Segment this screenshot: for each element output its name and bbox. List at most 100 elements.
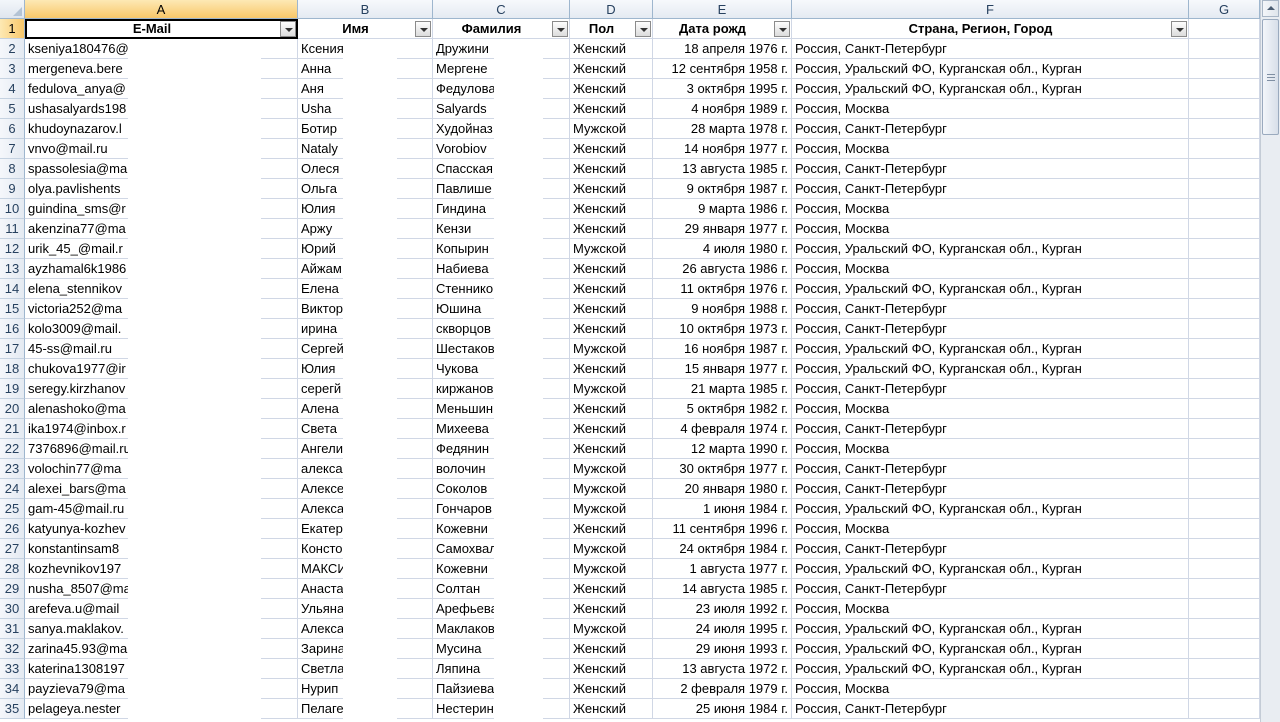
empty-cell[interactable] bbox=[1189, 679, 1260, 699]
row-header[interactable]: 15 bbox=[0, 299, 25, 319]
column-header-c[interactable]: C bbox=[433, 0, 570, 19]
dob-cell[interactable]: 5 октября 1982 г. bbox=[653, 399, 792, 419]
gender-cell[interactable]: Женский bbox=[570, 259, 653, 279]
header-cell[interactable]: Имя bbox=[298, 19, 433, 39]
location-cell[interactable]: Россия, Уральский ФО, Курганская обл., К… bbox=[792, 559, 1189, 579]
empty-cell[interactable] bbox=[1189, 579, 1260, 599]
location-cell[interactable]: Россия, Уральский ФО, Курганская обл., К… bbox=[792, 239, 1189, 259]
location-cell[interactable]: Россия, Уральский ФО, Курганская обл., К… bbox=[792, 59, 1189, 79]
location-cell[interactable]: Россия, Уральский ФО, Курганская обл., К… bbox=[792, 619, 1189, 639]
gender-cell[interactable]: Мужской bbox=[570, 459, 653, 479]
gender-cell[interactable]: Женский bbox=[570, 419, 653, 439]
location-cell[interactable]: Россия, Москва bbox=[792, 99, 1189, 119]
row-header[interactable]: 23 bbox=[0, 459, 25, 479]
row-header[interactable]: 18 bbox=[0, 359, 25, 379]
row-header[interactable]: 1 bbox=[0, 19, 25, 39]
location-cell[interactable]: Россия, Москва bbox=[792, 259, 1189, 279]
empty-cell[interactable] bbox=[1189, 359, 1260, 379]
location-cell[interactable]: Россия, Москва bbox=[792, 519, 1189, 539]
empty-cell[interactable] bbox=[1189, 419, 1260, 439]
dob-cell[interactable]: 1 июня 1984 г. bbox=[653, 499, 792, 519]
gender-cell[interactable]: Мужской bbox=[570, 499, 653, 519]
dob-cell[interactable]: 24 октября 1984 г. bbox=[653, 539, 792, 559]
row-header[interactable]: 30 bbox=[0, 599, 25, 619]
row-header[interactable]: 27 bbox=[0, 539, 25, 559]
location-cell[interactable]: Россия, Санкт-Петербург bbox=[792, 699, 1189, 719]
location-cell[interactable]: Россия, Санкт-Петербург bbox=[792, 579, 1189, 599]
empty-cell[interactable] bbox=[1189, 379, 1260, 399]
dob-cell[interactable]: 13 августа 1972 г. bbox=[653, 659, 792, 679]
column-header-b[interactable]: B bbox=[298, 0, 433, 19]
row-header[interactable]: 19 bbox=[0, 379, 25, 399]
vertical-scrollbar[interactable] bbox=[1260, 0, 1280, 722]
location-cell[interactable]: Россия, Москва bbox=[792, 599, 1189, 619]
row-header[interactable]: 29 bbox=[0, 579, 25, 599]
gender-cell[interactable]: Мужской bbox=[570, 119, 653, 139]
row-header[interactable]: 4 bbox=[0, 79, 25, 99]
empty-cell[interactable] bbox=[1189, 259, 1260, 279]
dob-cell[interactable]: 20 января 1980 г. bbox=[653, 479, 792, 499]
row-header[interactable]: 5 bbox=[0, 99, 25, 119]
filter-dropdown-icon[interactable] bbox=[1171, 21, 1187, 37]
empty-cell[interactable] bbox=[1189, 639, 1260, 659]
location-cell[interactable]: Россия, Москва bbox=[792, 439, 1189, 459]
header-cell[interactable]: E-Mail bbox=[25, 19, 298, 39]
row-header[interactable]: 2 bbox=[0, 39, 25, 59]
location-cell[interactable]: Россия, Санкт-Петербург bbox=[792, 159, 1189, 179]
location-cell[interactable]: Россия, Санкт-Петербург bbox=[792, 379, 1189, 399]
empty-cell[interactable] bbox=[1189, 59, 1260, 79]
empty-cell[interactable] bbox=[1189, 159, 1260, 179]
gender-cell[interactable]: Женский bbox=[570, 279, 653, 299]
empty-cell[interactable] bbox=[1189, 479, 1260, 499]
dob-cell[interactable]: 23 июля 1992 г. bbox=[653, 599, 792, 619]
row-header[interactable]: 24 bbox=[0, 479, 25, 499]
row-header[interactable]: 20 bbox=[0, 399, 25, 419]
empty-cell[interactable] bbox=[1189, 599, 1260, 619]
row-header[interactable]: 7 bbox=[0, 139, 25, 159]
empty-cell[interactable] bbox=[1189, 19, 1260, 39]
dob-cell[interactable]: 12 сентября 1958 г. bbox=[653, 59, 792, 79]
gender-cell[interactable]: Женский bbox=[570, 39, 653, 59]
row-header[interactable]: 32 bbox=[0, 639, 25, 659]
location-cell[interactable]: Россия, Уральский ФО, Курганская обл., К… bbox=[792, 359, 1189, 379]
select-all-icon[interactable] bbox=[0, 0, 25, 19]
gender-cell[interactable]: Женский bbox=[570, 359, 653, 379]
dob-cell[interactable]: 14 августа 1985 г. bbox=[653, 579, 792, 599]
gender-cell[interactable]: Женский bbox=[570, 639, 653, 659]
row-header[interactable]: 22 bbox=[0, 439, 25, 459]
empty-cell[interactable] bbox=[1189, 199, 1260, 219]
empty-cell[interactable] bbox=[1189, 619, 1260, 639]
dob-cell[interactable]: 12 марта 1990 г. bbox=[653, 439, 792, 459]
location-cell[interactable]: Россия, Москва bbox=[792, 399, 1189, 419]
dob-cell[interactable]: 26 августа 1986 г. bbox=[653, 259, 792, 279]
location-cell[interactable]: Россия, Уральский ФО, Курганская обл., К… bbox=[792, 639, 1189, 659]
row-header[interactable]: 14 bbox=[0, 279, 25, 299]
row-header[interactable]: 35 bbox=[0, 699, 25, 719]
gender-cell[interactable]: Мужской bbox=[570, 239, 653, 259]
row-header[interactable]: 11 bbox=[0, 219, 25, 239]
gender-cell[interactable]: Женский bbox=[570, 579, 653, 599]
gender-cell[interactable]: Женский bbox=[570, 59, 653, 79]
gender-cell[interactable]: Мужской bbox=[570, 379, 653, 399]
location-cell[interactable]: Россия, Санкт-Петербург bbox=[792, 319, 1189, 339]
row-header[interactable]: 26 bbox=[0, 519, 25, 539]
gender-cell[interactable]: Мужской bbox=[570, 619, 653, 639]
location-cell[interactable]: Россия, Санкт-Петербург bbox=[792, 39, 1189, 59]
header-cell[interactable]: Фамилия bbox=[433, 19, 570, 39]
header-cell[interactable]: Дата рожд bbox=[653, 19, 792, 39]
row-header[interactable]: 8 bbox=[0, 159, 25, 179]
location-cell[interactable]: Россия, Санкт-Петербург bbox=[792, 479, 1189, 499]
row-header[interactable]: 21 bbox=[0, 419, 25, 439]
scroll-thumb[interactable] bbox=[1262, 19, 1279, 135]
dob-cell[interactable]: 18 апреля 1976 г. bbox=[653, 39, 792, 59]
empty-cell[interactable] bbox=[1189, 459, 1260, 479]
row-header[interactable]: 25 bbox=[0, 499, 25, 519]
dob-cell[interactable]: 9 марта 1986 г. bbox=[653, 199, 792, 219]
dob-cell[interactable]: 29 января 1977 г. bbox=[653, 219, 792, 239]
empty-cell[interactable] bbox=[1189, 319, 1260, 339]
dob-cell[interactable]: 15 января 1977 г. bbox=[653, 359, 792, 379]
location-cell[interactable]: Россия, Уральский ФО, Курганская обл., К… bbox=[792, 339, 1189, 359]
empty-cell[interactable] bbox=[1189, 539, 1260, 559]
row-header[interactable]: 17 bbox=[0, 339, 25, 359]
empty-cell[interactable] bbox=[1189, 659, 1260, 679]
